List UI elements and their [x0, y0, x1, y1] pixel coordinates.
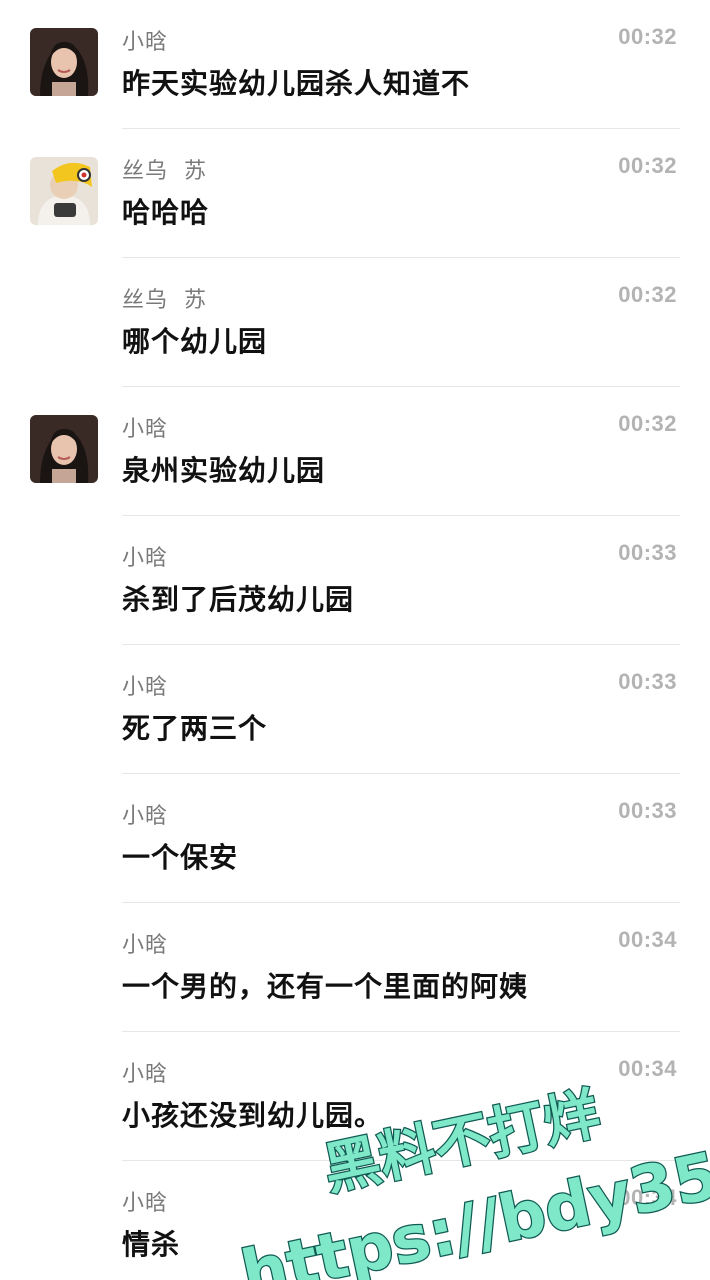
sender-name: 小晗 — [122, 933, 169, 958]
message-time: 00:32 — [618, 24, 677, 49]
minion-avatar-icon[interactable] — [30, 157, 98, 225]
sender-name: 小晗 — [122, 30, 169, 55]
message-text: 哪个幼儿园 — [122, 325, 268, 358]
girl-avatar-icon[interactable] — [30, 415, 98, 483]
chat-message-list: 小晗 00:32 昨天实验幼儿园杀人知道不 丝乌 苏 00:32 哈哈哈 丝乌 … — [0, 0, 710, 1280]
message-text: 死了两三个 — [122, 712, 268, 745]
message-row[interactable]: 丝乌 苏 00:32 哪个幼儿园 — [0, 258, 710, 387]
sender-name: 小晗 — [122, 1191, 169, 1216]
message-text: 一个保安 — [122, 841, 239, 874]
message-time: 00:34 — [618, 1185, 677, 1210]
message-row[interactable]: 小晗 00:33 杀到了后茂幼儿园 — [0, 516, 710, 645]
message-row[interactable]: 丝乌 苏 00:32 哈哈哈 — [0, 129, 710, 258]
message-text: 情杀 — [122, 1228, 181, 1261]
message-row[interactable]: 小晗 00:34 小孩还没到幼儿园。 — [0, 1032, 710, 1161]
sender-name: 小晗 — [122, 546, 169, 571]
message-time: 00:34 — [618, 927, 677, 952]
message-row[interactable]: 小晗 00:33 一个保安 — [0, 774, 710, 903]
sender-name: 小晗 — [122, 675, 169, 700]
message-text: 泉州实验幼儿园 — [122, 454, 326, 487]
message-time: 00:33 — [618, 798, 677, 823]
message-text: 哈哈哈 — [122, 196, 210, 229]
message-time: 00:32 — [618, 153, 677, 178]
message-time: 00:32 — [618, 282, 677, 307]
girl-avatar-icon[interactable] — [30, 28, 98, 96]
sender-name: 丝乌 苏 — [122, 288, 207, 313]
message-row[interactable]: 小晗 00:34 情杀 — [0, 1161, 710, 1280]
sender-name: 小晗 — [122, 1062, 169, 1087]
message-text: 小孩还没到幼儿园。 — [122, 1099, 384, 1132]
message-text: 杀到了后茂幼儿园 — [122, 583, 355, 616]
message-row[interactable]: 小晗 00:33 死了两三个 — [0, 645, 710, 774]
message-time: 00:33 — [618, 669, 677, 694]
message-time: 00:32 — [618, 411, 677, 436]
message-row[interactable]: 小晗 00:32 昨天实验幼儿园杀人知道不 — [0, 0, 710, 129]
message-row[interactable]: 小晗 00:32 泉州实验幼儿园 — [0, 387, 710, 516]
message-row[interactable]: 小晗 00:34 一个男的，还有一个里面的阿姨 — [0, 903, 710, 1032]
message-time: 00:34 — [618, 1056, 677, 1081]
message-text: 昨天实验幼儿园杀人知道不 — [122, 67, 471, 100]
message-text: 一个男的，还有一个里面的阿姨 — [122, 970, 529, 1003]
sender-name: 小晗 — [122, 417, 169, 442]
message-time: 00:33 — [618, 540, 677, 565]
sender-name: 丝乌 苏 — [122, 159, 207, 184]
sender-name: 小晗 — [122, 804, 169, 829]
